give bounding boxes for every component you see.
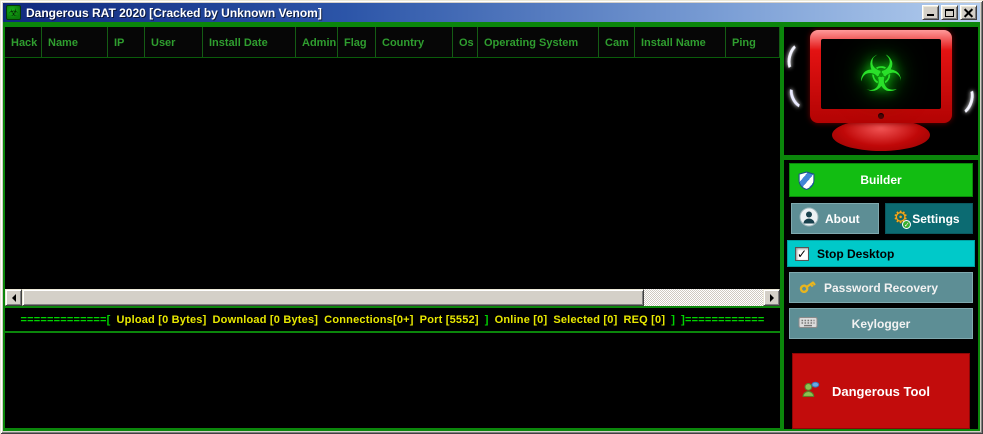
lightning-icon: [786, 81, 812, 111]
status-segment: =============[: [21, 314, 111, 326]
password-recovery-label: Password Recovery: [818, 281, 944, 295]
column-header-os[interactable]: Os: [453, 27, 478, 57]
scroll-right-button[interactable]: [763, 289, 780, 306]
content-area: HackNameIPUserInstall DateAdminFlagCount…: [3, 22, 980, 431]
maximize-icon: [945, 9, 954, 17]
column-header-operating-system[interactable]: Operating System: [478, 27, 599, 57]
scroll-left-button[interactable]: [5, 289, 22, 306]
status-bar: =============[ Upload [0 Bytes] Download […: [5, 308, 780, 331]
column-header-user[interactable]: User: [145, 27, 203, 57]
log-panel: [5, 333, 780, 428]
about-label: About: [825, 212, 860, 226]
monitor-frame: ☣: [810, 30, 952, 123]
status-segment: Port [5552]: [420, 314, 479, 326]
status-segment: Connections[0+]: [324, 314, 413, 326]
column-header-install-name[interactable]: Install Name: [635, 27, 726, 57]
status-segment: REQ [0]: [623, 314, 665, 326]
sidebar: ☣: [784, 27, 978, 429]
scrollbar-thumb[interactable]: [22, 289, 644, 306]
minimize-button[interactable]: [922, 5, 939, 20]
table-header: HackNameIPUserInstall DateAdminFlagCount…: [5, 27, 780, 58]
key-icon: [798, 277, 818, 298]
power-dot-icon: [878, 113, 884, 119]
settings-label: Settings: [912, 212, 959, 226]
dangerous-tool-button[interactable]: Dangerous Tool: [792, 353, 970, 429]
titlebar[interactable]: ☣ Dangerous RAT 2020 [Cracked by Unknown…: [3, 3, 980, 22]
horizontal-scrollbar[interactable]: [5, 289, 780, 306]
dangerous-tool-label: Dangerous Tool: [820, 384, 942, 399]
monitor-screen: ☣: [821, 39, 941, 109]
column-header-name[interactable]: Name: [42, 27, 108, 57]
stop-desktop-label: Stop Desktop: [817, 247, 894, 261]
column-header-cam[interactable]: Cam: [599, 27, 635, 57]
gear-icon: ⚙ ✓: [893, 210, 908, 227]
keylogger-label: Keylogger: [818, 317, 944, 331]
status-segment: Download [0 Bytes]: [213, 314, 319, 326]
stop-desktop-checkbox[interactable]: ✓: [795, 247, 809, 261]
status-segment: ]: [671, 314, 675, 326]
status-segment: ]: [485, 314, 489, 326]
monitor-graphic: ☣: [784, 27, 978, 155]
about-button[interactable]: About: [791, 203, 879, 234]
column-header-admin[interactable]: Admin: [296, 27, 338, 57]
check-badge-icon: ✓: [902, 220, 911, 229]
column-header-flag[interactable]: Flag: [338, 27, 376, 57]
shield-icon: [798, 171, 815, 193]
column-header-install-date[interactable]: Install Date: [203, 27, 296, 57]
sidebar-divider: [784, 155, 978, 160]
builder-button[interactable]: Builder: [789, 163, 973, 197]
app-biohazard-icon[interactable]: ☣: [6, 5, 21, 20]
status-segment: Selected [0]: [553, 314, 617, 326]
biohazard-icon: ☣: [859, 49, 904, 99]
settings-button[interactable]: ⚙ ✓ Settings: [885, 203, 973, 234]
column-header-country[interactable]: Country: [376, 27, 453, 57]
app-window: ☣ Dangerous RAT 2020 [Cracked by Unknown…: [0, 0, 983, 434]
maximize-button[interactable]: [941, 5, 958, 20]
status-segment: Online [0]: [495, 314, 548, 326]
password-recovery-button[interactable]: Password Recovery: [789, 272, 973, 303]
status-segment: Upload [0 Bytes]: [117, 314, 207, 326]
close-button[interactable]: [960, 5, 977, 20]
close-icon: [964, 8, 973, 17]
left-arrow-icon: [8, 294, 16, 302]
column-header-ping[interactable]: Ping: [726, 27, 780, 57]
keylogger-button[interactable]: Keylogger: [789, 308, 973, 339]
lightning-icon: [951, 83, 977, 117]
lightning-icon: [785, 41, 810, 74]
column-header-ip[interactable]: IP: [108, 27, 145, 57]
user-chat-icon: [801, 380, 820, 402]
keyboard-icon: [798, 315, 818, 332]
column-header-hack[interactable]: Hack: [5, 27, 42, 57]
person-icon: [799, 207, 819, 230]
right-arrow-icon: [770, 294, 778, 302]
status-segment: ]============: [681, 314, 764, 326]
status-bar-text: =============[ Upload [0 Bytes] Download […: [18, 314, 768, 326]
window-title: Dangerous RAT 2020 [Cracked by Unknown V…: [26, 6, 920, 20]
builder-label: Builder: [860, 173, 901, 187]
minimize-icon: [927, 14, 934, 16]
stop-desktop-toggle[interactable]: ✓ Stop Desktop: [787, 240, 975, 267]
monitor-stand: [832, 119, 930, 151]
victims-table-body[interactable]: [5, 58, 780, 289]
